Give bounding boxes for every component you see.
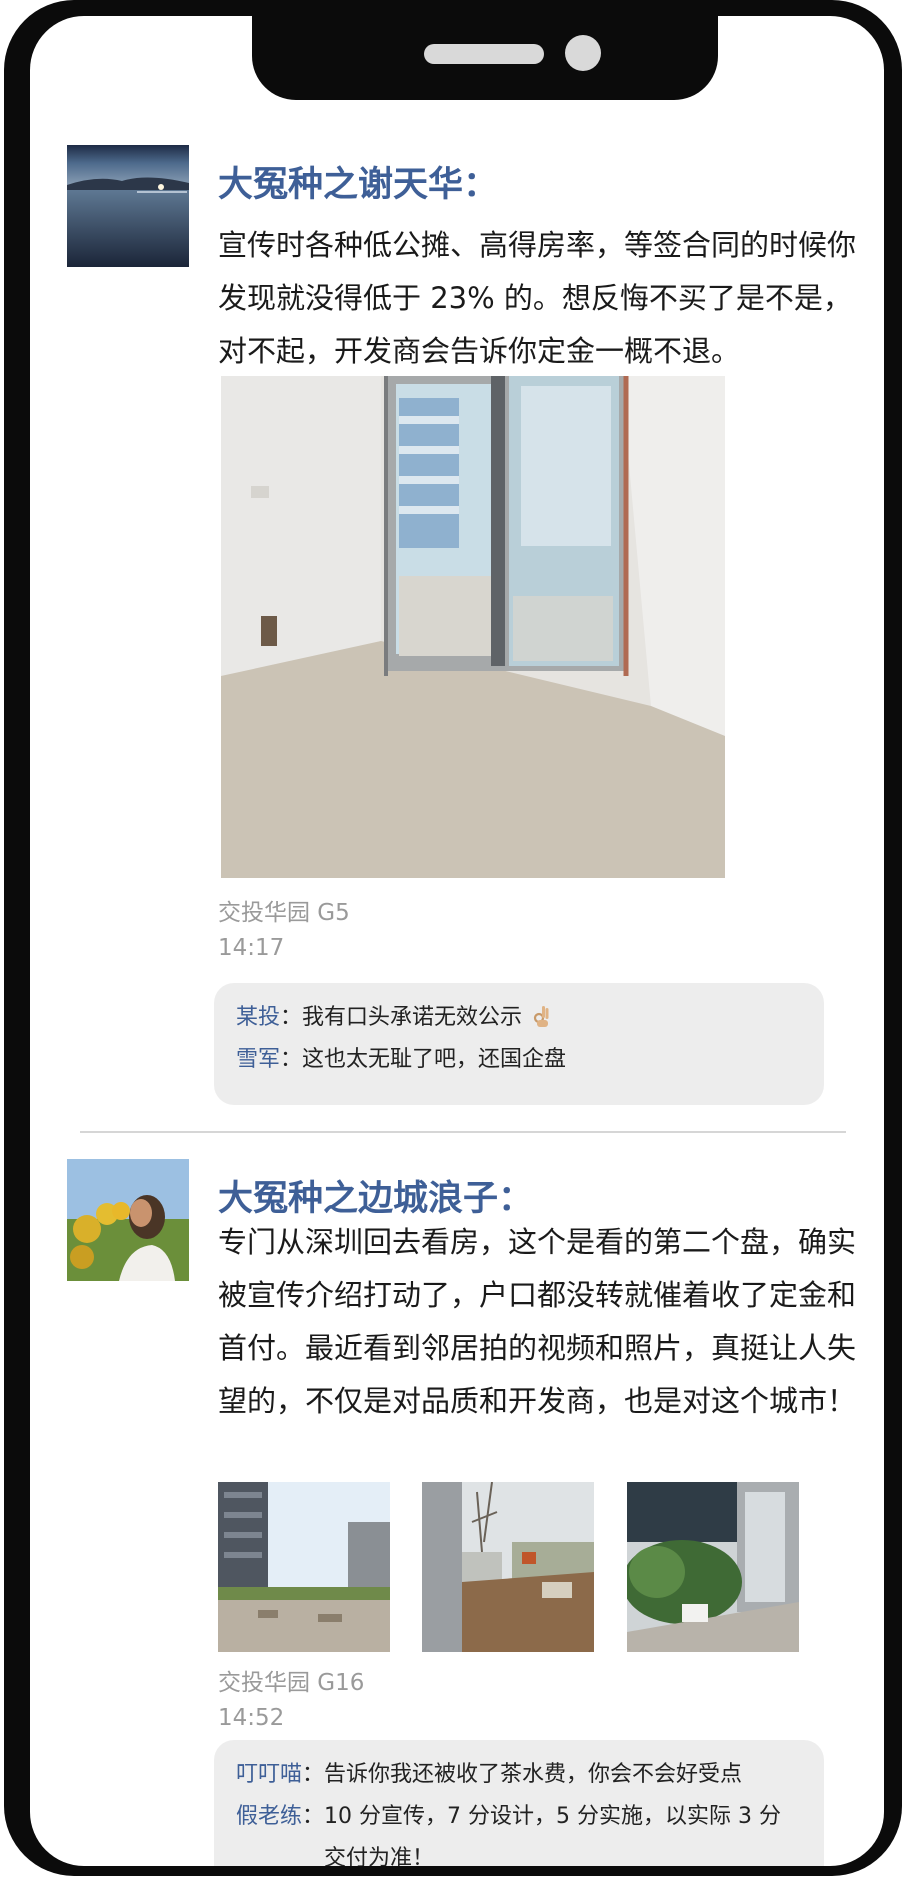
phone-frame: 大冤种之谢天华： 宣传时各种低公摊、高得房率，等签合同的时候你发现就没得低于 2… [4, 0, 902, 1876]
post-photo-1[interactable] [218, 1482, 390, 1652]
post-photo-2[interactable] [422, 1482, 594, 1652]
ok-hand-icon [533, 1001, 551, 1027]
comment-text: 告诉你我还被收了茶水费，你会不会好受点 [324, 1762, 743, 1787]
post-divider [80, 1131, 846, 1133]
comment-user[interactable]: 某投 [236, 997, 280, 1039]
comment-item: 雪军 ： 这也太无耻了吧，还国企盘 [236, 1039, 802, 1081]
post-photo-3[interactable] [627, 1482, 799, 1652]
speaker-grille [424, 44, 544, 64]
comment-text: 我有口头承诺无效公示 [302, 1005, 523, 1030]
notch [252, 16, 718, 100]
comment-text: 10 分宣传，7 分设计，5 分实施，以实际 3 分交付为准！ [324, 1804, 781, 1866]
post-photo[interactable] [221, 376, 725, 878]
post-time: 14:17 [218, 935, 285, 961]
comments-box: 某投 ： 我有口头承诺无效公示 雪军 ： 这也太无耻了吧，还国企盘 [214, 983, 824, 1105]
comment-user[interactable]: 叮叮喵 [236, 1754, 302, 1796]
post-text: 宣传时各种低公摊、高得房率，等签合同的时候你发现就没得低于 23% 的。想反悔不… [218, 228, 857, 368]
post-time: 14:52 [218, 1705, 285, 1731]
avatar[interactable] [67, 145, 189, 267]
comment-item: 假老练 ： 10 分宣传，7 分设计，5 分实施，以实际 3 分交付为准！ [236, 1796, 802, 1866]
avatar[interactable] [67, 1159, 189, 1281]
comment-item: 叮叮喵 ： 告诉你我还被收了茶水费，你会不会好受点 [236, 1754, 802, 1796]
comment-text: 这也太无耻了吧，还国企盘 [302, 1047, 567, 1072]
author-name[interactable]: 大冤种之谢天华： [218, 156, 498, 207]
post-text: 专门从深圳回去看房，这个是看的第二个盘，确实被宣传介绍打动了，户口都没转就催着收… [218, 1225, 857, 1418]
comment-user[interactable]: 假老练 [236, 1796, 302, 1866]
front-camera [565, 35, 601, 71]
location-tag[interactable]: 交投华园 G5 [218, 896, 350, 930]
screen: 大冤种之谢天华： 宣传时各种低公摊、高得房率，等签合同的时候你发现就没得低于 2… [30, 16, 884, 1866]
location-tag[interactable]: 交投华园 G16 [218, 1666, 364, 1700]
author-name[interactable]: 大冤种之边城浪子： [218, 1170, 533, 1221]
comment-item: 某投 ： 我有口头承诺无效公示 [236, 997, 802, 1039]
comment-user[interactable]: 雪军 [236, 1039, 280, 1081]
comments-box: 叮叮喵 ： 告诉你我还被收了茶水费，你会不会好受点 假老练 ： 10 分宣传，7… [214, 1740, 824, 1866]
